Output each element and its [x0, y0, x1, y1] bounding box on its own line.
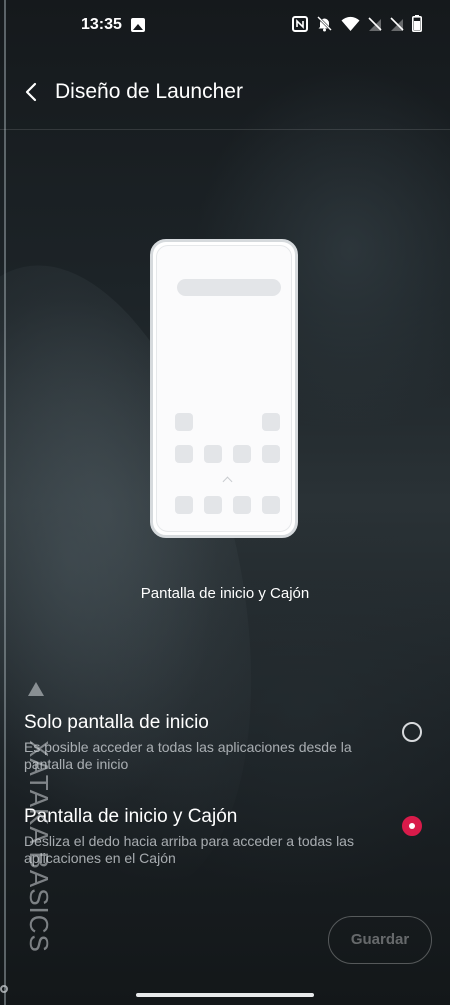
app-icon-placeholder: [175, 445, 193, 463]
dock-icon-placeholder: [233, 496, 251, 514]
battery-icon: [412, 15, 422, 32]
page-title: Diseño de Launcher: [55, 80, 243, 103]
option-title: Solo pantalla de inicio: [24, 712, 209, 733]
status-icons: [292, 15, 422, 32]
radio-home-and-drawer[interactable]: [402, 816, 422, 836]
dock-icon-placeholder: [204, 496, 222, 514]
app-bar: Diseño de Launcher: [0, 70, 450, 116]
app-bar-divider: [0, 129, 450, 130]
illustration-caption: Pantalla de inicio y Cajón: [140, 585, 310, 602]
phone-screen: [156, 245, 292, 532]
save-button[interactable]: Guardar: [328, 916, 432, 964]
option-description: Desliza el dedo hacia arriba para accede…: [24, 833, 354, 866]
mute-icon: [317, 16, 332, 32]
back-arrow-icon[interactable]: [20, 80, 44, 104]
option-home-and-drawer[interactable]: Pantalla de inicio y Cajón Desliza el de…: [24, 806, 424, 867]
app-icon-placeholder: [175, 413, 193, 431]
status-time: 13:35: [81, 16, 122, 33]
watermark-text: XATAKA BASICS: [24, 740, 54, 953]
gesture-home-bar[interactable]: [136, 993, 314, 997]
launcher-preview-illustration: [150, 239, 298, 538]
wifi-icon: [341, 16, 360, 31]
edge-dot: [0, 985, 8, 993]
dock-icon-placeholder: [175, 496, 193, 514]
nfc-icon: [292, 15, 308, 32]
app-icon-placeholder: [262, 413, 280, 431]
watermark: XATAKA BASICS: [14, 680, 54, 980]
no-signal-icon: [390, 16, 404, 31]
app-icon-placeholder: [204, 445, 222, 463]
option-description: Es posible acceder a todas las aplicacio…: [24, 739, 352, 772]
app-icon-placeholder: [262, 445, 280, 463]
no-signal-icon: [368, 16, 382, 31]
status-bar: 13:35: [0, 0, 450, 52]
edge-rule: [4, 0, 6, 1005]
search-bar-placeholder: [177, 279, 281, 296]
image-icon: [131, 18, 145, 32]
drawer-chevron-up-icon: [222, 476, 233, 487]
app-icon-placeholder: [233, 445, 251, 463]
dock-icon-placeholder: [262, 496, 280, 514]
option-home-only[interactable]: Solo pantalla de inicio Es posible acced…: [24, 712, 424, 773]
watermark-logo-icon: [28, 682, 44, 696]
radio-home-only[interactable]: [402, 722, 422, 742]
option-title: Pantalla de inicio y Cajón: [24, 806, 238, 827]
